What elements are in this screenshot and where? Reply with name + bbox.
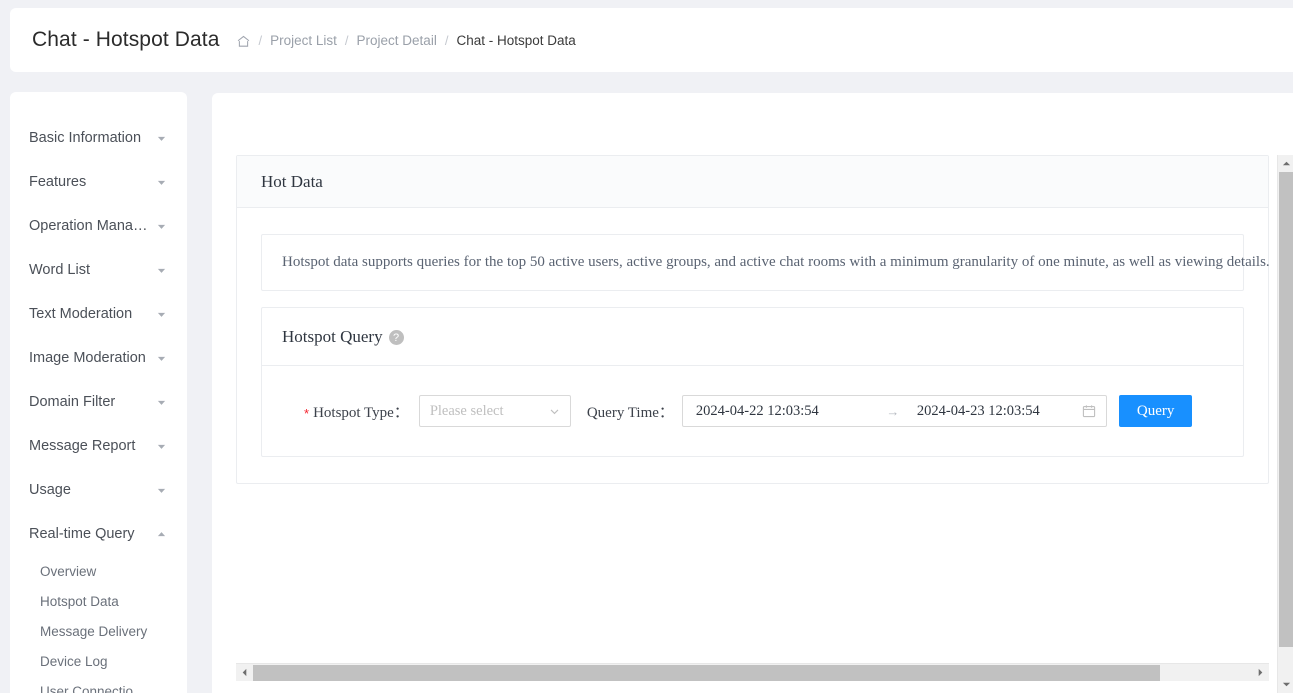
breadcrumb-item-current: Chat - Hotspot Data (456, 32, 576, 48)
hotspot-type-label: * Hotspot Type： (304, 401, 409, 422)
sidebar-subitem-user-connection[interactable]: User Connectio (10, 676, 187, 693)
chevron-down-icon[interactable] (157, 442, 166, 451)
sidebar-item-label: Image Moderation (29, 350, 146, 366)
hotspot-query-card: Hotspot Query ? * Hotspot Type： Please s… (261, 307, 1244, 457)
hotspot-query-title: Hotspot Query (282, 326, 383, 346)
sidebar-item-label: Text Moderation (29, 306, 133, 322)
sidebar-item-real-time-query[interactable]: Real-time Query (10, 512, 187, 556)
sidebar-item-label: Usage (29, 482, 71, 498)
breadcrumb-item-project-detail[interactable]: Project Detail (357, 33, 437, 48)
caret-right-icon[interactable] (1252, 664, 1269, 682)
sidebar: Basic Information Features Operation Man… (10, 92, 187, 693)
sidebar-item-basic-information[interactable]: Basic Information (10, 116, 187, 160)
chevron-down-icon[interactable] (157, 398, 166, 407)
query-time-end[interactable]: 2024-04-23 12:03:54 (903, 403, 1082, 420)
info-alert: Hotspot data supports queries for the to… (261, 234, 1270, 291)
chevron-down-icon[interactable] (157, 134, 166, 143)
sidebar-item-features[interactable]: Features (10, 160, 187, 204)
chevron-down-icon[interactable] (157, 178, 166, 187)
query-time-label: Query Time： (586, 404, 674, 421)
question-circle-icon[interactable]: ? (388, 330, 404, 345)
breadcrumb-separator-1: / (258, 32, 263, 48)
sidebar-item-operation-management[interactable]: Operation Manag⋯ (10, 204, 187, 248)
sidebar-item-text-moderation[interactable]: Text Moderation (10, 292, 187, 336)
sidebar-subitem-message-delivery[interactable]: Message Delivery (10, 616, 187, 646)
query-time-start[interactable]: 2024-04-22 12:03:54 (693, 403, 883, 420)
query-submit-button[interactable]: Query (1118, 395, 1193, 427)
sidebar-item-label: Features (29, 174, 87, 190)
hot-data-panel-header: Hot Data (237, 156, 1268, 208)
sidebar-item-label: Real-time Query (29, 526, 135, 542)
hotspot-query-form: * Hotspot Type： Please select Query Time… (262, 366, 1243, 456)
breadcrumb-separator-2: / (344, 32, 349, 48)
vertical-scrollbar-thumb[interactable] (1279, 172, 1293, 647)
sidebar-subitem-hotspot-data[interactable]: Hotspot Data (10, 586, 187, 616)
calendar-icon[interactable] (1082, 404, 1096, 418)
hot-data-panel: Hot Data Hotspot data supports queries f… (236, 155, 1270, 484)
chevron-down-icon[interactable] (157, 266, 166, 275)
required-marker: * (304, 405, 310, 421)
hotspot-query-header: Hotspot Query ? (262, 308, 1243, 366)
chevron-down-icon[interactable] (549, 406, 560, 417)
main-content: Hot Data Hotspot data supports queries f… (212, 93, 1293, 693)
sidebar-item-label: Word List (29, 262, 90, 278)
hot-data-panel-body: Hotspot data supports queries for the to… (237, 208, 1270, 483)
chevron-down-icon[interactable] (157, 222, 166, 231)
range-arrow-icon: → (886, 403, 900, 419)
chevron-up-icon[interactable] (157, 530, 166, 539)
hotspot-type-placeholder: Please select (429, 402, 504, 419)
panel-title: Hot Data (261, 171, 323, 191)
page-header: Chat - Hotspot Data / Project List / Pro… (10, 8, 1293, 72)
chevron-down-icon[interactable] (157, 354, 166, 363)
horizontal-scrollbar-thumb[interactable] (253, 664, 1160, 681)
sidebar-item-label: Basic Information (29, 130, 142, 146)
sidebar-item-image-moderation[interactable]: Image Moderation (10, 336, 187, 380)
sidebar-item-usage[interactable]: Usage (10, 468, 187, 512)
sidebar-item-domain-filter[interactable]: Domain Filter (10, 380, 187, 424)
breadcrumb-item-project-list[interactable]: Project List (270, 33, 337, 48)
sidebar-item-label: Operation Manag⋯ (29, 218, 153, 234)
query-time-range-picker[interactable]: 2024-04-22 12:03:54 → 2024-04-23 12:03:5… (681, 395, 1107, 427)
breadcrumb: / Project List / Project Detail / Chat -… (236, 33, 576, 48)
chevron-down-icon[interactable] (157, 486, 166, 495)
home-icon[interactable] (236, 34, 251, 49)
sidebar-item-label: Message Report (29, 438, 136, 454)
breadcrumb-separator-3: / (444, 32, 449, 48)
sidebar-subitem-device-log[interactable]: Device Log (10, 646, 187, 676)
sidebar-item-message-report[interactable]: Message Report (10, 424, 187, 468)
sidebar-subitem-overview[interactable]: Overview (10, 556, 187, 586)
hotspot-type-label-text: Hotspot Type： (313, 404, 409, 421)
content-scroll-area: Hot Data Hotspot data supports queries f… (236, 155, 1270, 640)
page-title: Chat - Hotspot Data (32, 28, 220, 51)
vertical-scrollbar[interactable] (1277, 155, 1293, 693)
caret-left-icon[interactable] (236, 664, 253, 682)
caret-down-icon[interactable] (1278, 676, 1293, 693)
hotspot-type-select[interactable]: Please select (418, 395, 571, 427)
caret-up-icon[interactable] (1278, 155, 1293, 172)
sidebar-item-word-list[interactable]: Word List (10, 248, 187, 292)
sidebar-menu: Basic Information Features Operation Man… (10, 92, 187, 693)
horizontal-scrollbar[interactable] (236, 663, 1269, 681)
chevron-down-icon[interactable] (157, 310, 166, 319)
sidebar-item-label: Domain Filter (29, 394, 116, 410)
